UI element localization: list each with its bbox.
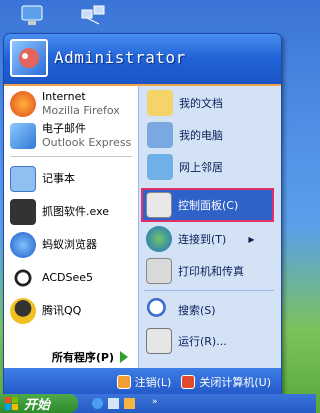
connect-icon xyxy=(146,226,172,252)
right-item-printers[interactable]: 打印机和传真 xyxy=(146,258,244,284)
right-item-run[interactable]: 运行(R)... xyxy=(146,328,227,354)
qq-icon xyxy=(10,298,36,324)
ant-browser-icon xyxy=(10,232,36,258)
right-item-connect[interactable]: 连接到(T) ▶ xyxy=(146,226,254,252)
run-icon xyxy=(146,328,172,354)
shutdown-button[interactable]: 关闭计算机(U) xyxy=(181,374,271,390)
desktop-computer-icon[interactable] xyxy=(20,4,46,28)
right-label: 运行(R)... xyxy=(178,335,227,348)
recent-label: ACDSee5 xyxy=(42,271,93,284)
pinned-email[interactable]: 电子邮件 Outlook Express xyxy=(10,122,131,150)
pinned-sub: Outlook Express xyxy=(42,136,132,149)
all-programs-button[interactable]: 所有程序(P) xyxy=(4,345,138,368)
recent-label: 记事本 xyxy=(42,172,75,185)
search-icon xyxy=(146,297,172,323)
logoff-icon xyxy=(116,374,131,389)
shutdown-icon xyxy=(181,374,196,389)
recent-label: 腾讯QQ xyxy=(42,304,82,317)
taskbar: 开始 » xyxy=(0,394,316,413)
right-label: 网上邻居 xyxy=(179,161,223,174)
recent-item-qq[interactable]: 腾讯QQ xyxy=(10,298,81,324)
quicklaunch-chevron-icon[interactable]: » xyxy=(152,397,158,407)
desktop-network-icon[interactable] xyxy=(80,4,106,28)
right-label: 连接到(T) xyxy=(178,233,227,246)
logoff-button[interactable]: 注销(L) xyxy=(116,374,172,390)
recent-item-ant-browser[interactable]: 蚂蚁浏览器 xyxy=(10,232,97,258)
pinned-label: 电子邮件 xyxy=(42,122,86,135)
right-label: 打印机和传真 xyxy=(178,265,244,278)
shutdown-label: 关闭计算机(U) xyxy=(199,375,271,389)
right-item-search[interactable]: 搜索(S) xyxy=(146,297,216,323)
start-menu: Administrator Internet Mozilla Firefox 电子… xyxy=(3,33,282,396)
right-label: 我的文档 xyxy=(179,97,223,110)
start-button[interactable]: 开始 xyxy=(0,394,78,413)
right-item-network[interactable]: 网上邻居 xyxy=(147,154,223,180)
user-avatar[interactable] xyxy=(10,39,48,77)
acdsee-icon xyxy=(10,265,36,291)
quicklaunch-media-icon[interactable] xyxy=(124,398,135,409)
recent-item-capture[interactable]: 抓图软件.exe xyxy=(10,199,109,225)
my-documents-icon xyxy=(147,90,173,116)
right-label: 我的电脑 xyxy=(179,129,223,142)
windows-flag-icon xyxy=(5,397,18,410)
separator xyxy=(144,290,274,291)
control-panel-icon xyxy=(146,192,172,218)
quicklaunch-desktop-icon[interactable] xyxy=(108,398,119,409)
chevron-right-icon: ▶ xyxy=(248,234,255,244)
separator xyxy=(10,156,132,157)
my-computer-icon xyxy=(147,122,173,148)
all-programs-label: 所有程序(P) xyxy=(51,350,114,364)
user-name: Administrator xyxy=(54,48,186,67)
printer-icon xyxy=(146,258,172,284)
left-column: Internet Mozilla Firefox 电子邮件 Outlook Expr… xyxy=(4,86,138,368)
right-item-my-computer[interactable]: 我的电脑 xyxy=(147,122,223,148)
recent-label: 抓图软件.exe xyxy=(42,205,110,218)
network-icon xyxy=(147,154,173,180)
pinned-sub: Mozilla Firefox xyxy=(42,104,120,117)
pinned-internet[interactable]: Internet Mozilla Firefox xyxy=(10,90,120,118)
right-item-my-documents[interactable]: 我的文档 xyxy=(147,90,223,116)
recent-item-notepad[interactable]: 记事本 xyxy=(10,166,75,192)
start-label: 开始 xyxy=(24,398,51,413)
logoff-label: 注销(L) xyxy=(134,375,172,389)
bottom-bar: 注销(L) 关闭计算机(U) xyxy=(4,368,281,395)
recent-label: 蚂蚁浏览器 xyxy=(42,238,97,251)
notepad-icon xyxy=(10,166,36,192)
menu-header: Administrator xyxy=(4,34,281,86)
arrow-right-icon xyxy=(120,350,128,363)
outlook-icon xyxy=(10,123,36,149)
quicklaunch-ie-icon[interactable] xyxy=(92,398,103,409)
recent-item-acdsee[interactable]: ACDSee5 xyxy=(10,265,93,291)
firefox-icon xyxy=(10,91,36,117)
right-item-control-panel[interactable]: 控制面板(C) xyxy=(146,192,238,218)
pinned-label: Internet xyxy=(42,90,86,103)
camera-icon xyxy=(10,199,36,225)
right-label: 控制面板(C) xyxy=(178,199,239,212)
right-label: 搜索(S) xyxy=(178,304,216,317)
